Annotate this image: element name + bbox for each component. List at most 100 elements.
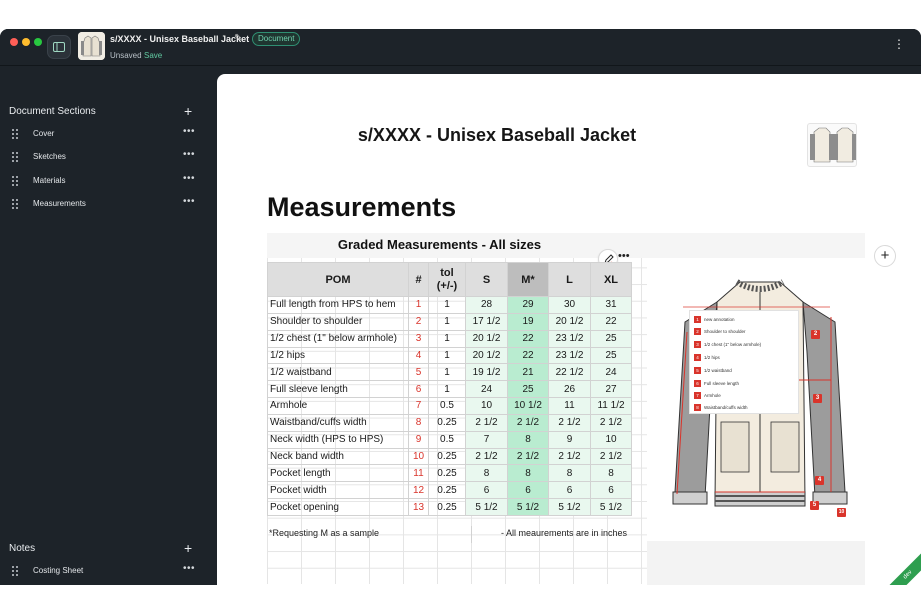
annotation-item[interactable]: 8 Waistband/cuffs width xyxy=(694,403,794,414)
number-cell[interactable]: 9 xyxy=(408,430,429,449)
size-s-cell[interactable]: 24 xyxy=(465,380,508,399)
number-cell[interactable]: 2 xyxy=(408,312,429,331)
size-s-cell[interactable]: 8 xyxy=(465,464,508,483)
drag-handle-icon[interactable] xyxy=(12,129,19,139)
close-window-button[interactable] xyxy=(10,38,18,46)
size-l-cell[interactable]: 11 xyxy=(548,397,591,415)
pom-cell[interactable]: Full sleeve length xyxy=(267,380,409,399)
number-cell[interactable]: 6 xyxy=(408,380,429,399)
pom-cell[interactable]: 1/2 waistband xyxy=(267,363,409,382)
sidebar-item-measurements[interactable]: Measurements ••• xyxy=(0,193,210,216)
size-l-cell[interactable]: 30 xyxy=(548,296,591,314)
annotation-item[interactable]: 7 Armhole xyxy=(694,391,794,402)
item-more-icon[interactable]: ••• xyxy=(183,126,195,137)
size-l-cell[interactable]: 22 1/2 xyxy=(548,363,591,382)
size-xl-cell[interactable]: 24 xyxy=(590,363,632,382)
tolerance-cell[interactable]: 1 xyxy=(428,296,466,314)
tolerance-cell[interactable]: 1 xyxy=(428,312,466,331)
number-cell[interactable]: 4 xyxy=(408,346,429,365)
sidebar-item-materials[interactable]: Materials ••• xyxy=(0,170,210,193)
annotation-item[interactable]: 4 1/2 hips xyxy=(694,353,794,364)
size-m-cell[interactable]: 2 1/2 xyxy=(507,447,549,466)
add-section-button[interactable]: + xyxy=(184,104,192,118)
edit-title-pencil-icon[interactable]: ✎ xyxy=(234,33,242,44)
size-m-cell[interactable]: 2 1/2 xyxy=(507,413,549,432)
annotation-pin[interactable]: 4 xyxy=(815,476,824,485)
size-xl-cell[interactable]: 31 xyxy=(590,296,632,314)
size-m-cell[interactable]: 22 xyxy=(507,346,549,365)
number-cell[interactable]: 13 xyxy=(408,498,429,516)
size-m-cell[interactable]: 8 xyxy=(507,430,549,449)
pom-cell[interactable]: Neck width (HPS to HPS) xyxy=(267,430,409,449)
size-xl-cell[interactable]: 25 xyxy=(590,346,632,365)
size-xl-cell[interactable]: 2 1/2 xyxy=(590,447,632,466)
more-options-icon[interactable]: ⋮ xyxy=(893,38,905,50)
size-xl-cell[interactable]: 10 xyxy=(590,430,632,449)
annotation-item[interactable]: 2 Shoulder to shoulder xyxy=(694,327,794,338)
size-xl-cell[interactable]: 5 1/2 xyxy=(590,498,632,516)
size-s-cell[interactable]: 10 xyxy=(465,397,508,415)
item-more-icon[interactable]: ••• xyxy=(183,173,195,184)
drag-handle-icon[interactable] xyxy=(12,152,19,162)
pom-cell[interactable]: Pocket opening xyxy=(267,498,409,516)
number-cell[interactable]: 7 xyxy=(408,397,429,415)
add-block-button[interactable]: + xyxy=(874,245,896,267)
pom-cell[interactable]: Neck band width xyxy=(267,447,409,466)
size-l-cell[interactable]: 2 1/2 xyxy=(548,447,591,466)
drag-handle-icon[interactable] xyxy=(12,199,19,209)
tolerance-cell[interactable]: 0.25 xyxy=(428,447,466,466)
size-m-cell[interactable]: 8 xyxy=(507,464,549,483)
number-cell[interactable]: 10 xyxy=(408,447,429,466)
tolerance-cell[interactable]: 0.5 xyxy=(428,430,466,449)
tolerance-cell[interactable]: 1 xyxy=(428,346,466,365)
pom-cell[interactable]: Full length from HPS to hem xyxy=(267,296,409,314)
size-l-cell[interactable]: 20 1/2 xyxy=(548,312,591,331)
size-m-cell[interactable]: 22 xyxy=(507,329,549,348)
size-s-cell[interactable]: 7 xyxy=(465,430,508,449)
tolerance-cell[interactable]: 0.25 xyxy=(428,413,466,432)
item-more-icon[interactable]: ••• xyxy=(183,196,195,207)
size-xl-cell[interactable]: 22 xyxy=(590,312,632,331)
document-thumbnail[interactable] xyxy=(78,32,105,60)
sidebar-toggle-button[interactable] xyxy=(47,35,71,59)
size-m-cell[interactable]: 21 xyxy=(507,363,549,382)
tolerance-cell[interactable]: 0.25 xyxy=(428,498,466,516)
size-m-cell[interactable]: 29 xyxy=(507,296,549,314)
number-cell[interactable]: 3 xyxy=(408,329,429,348)
size-s-cell[interactable]: 28 xyxy=(465,296,508,314)
size-l-cell[interactable]: 5 1/2 xyxy=(548,498,591,516)
sidebar-item-cover[interactable]: Cover ••• xyxy=(0,123,210,146)
size-l-cell[interactable]: 9 xyxy=(548,430,591,449)
size-xl-cell[interactable]: 27 xyxy=(590,380,632,399)
annotation-item[interactable]: 3 1/2 chest (1" below armhole) xyxy=(694,340,794,351)
size-l-cell[interactable]: 6 xyxy=(548,481,591,500)
pom-cell[interactable]: Pocket width xyxy=(267,481,409,500)
number-cell[interactable]: 5 xyxy=(408,363,429,382)
size-s-cell[interactable]: 2 1/2 xyxy=(465,413,508,432)
size-m-cell[interactable]: 19 xyxy=(507,312,549,331)
drag-handle-icon[interactable] xyxy=(12,566,19,576)
size-s-cell[interactable]: 5 1/2 xyxy=(465,498,508,516)
pom-cell[interactable]: Pocket length xyxy=(267,464,409,483)
pom-cell[interactable]: Armhole xyxy=(267,397,409,415)
document-title[interactable]: s/XXXX - Unisex Baseball Jacket xyxy=(110,34,249,44)
size-l-cell[interactable]: 23 1/2 xyxy=(548,346,591,365)
size-m-cell[interactable]: 10 1/2 xyxy=(507,397,549,415)
pom-cell[interactable]: 1/2 chest (1" below armhole) xyxy=(267,329,409,348)
size-m-cell[interactable]: 25 xyxy=(507,380,549,399)
size-s-cell[interactable]: 17 1/2 xyxy=(465,312,508,331)
number-cell[interactable]: 12 xyxy=(408,481,429,500)
item-more-icon[interactable]: ••• xyxy=(183,149,195,160)
size-l-cell[interactable]: 2 1/2 xyxy=(548,413,591,432)
size-xl-cell[interactable]: 25 xyxy=(590,329,632,348)
zoom-window-button[interactable] xyxy=(34,38,42,46)
tolerance-cell[interactable]: 0.25 xyxy=(428,481,466,500)
annotation-pin[interactable]: 10 xyxy=(837,508,846,517)
annotation-pin[interactable]: 2 xyxy=(811,330,820,339)
save-button[interactable]: Save xyxy=(144,51,162,60)
annotation-item[interactable]: 6 Full sleeve length xyxy=(694,379,794,390)
number-cell[interactable]: 8 xyxy=(408,413,429,432)
sidebar-item-sketches[interactable]: Sketches ••• xyxy=(0,146,210,169)
drag-handle-icon[interactable] xyxy=(12,176,19,186)
tolerance-cell[interactable]: 0.5 xyxy=(428,397,466,415)
